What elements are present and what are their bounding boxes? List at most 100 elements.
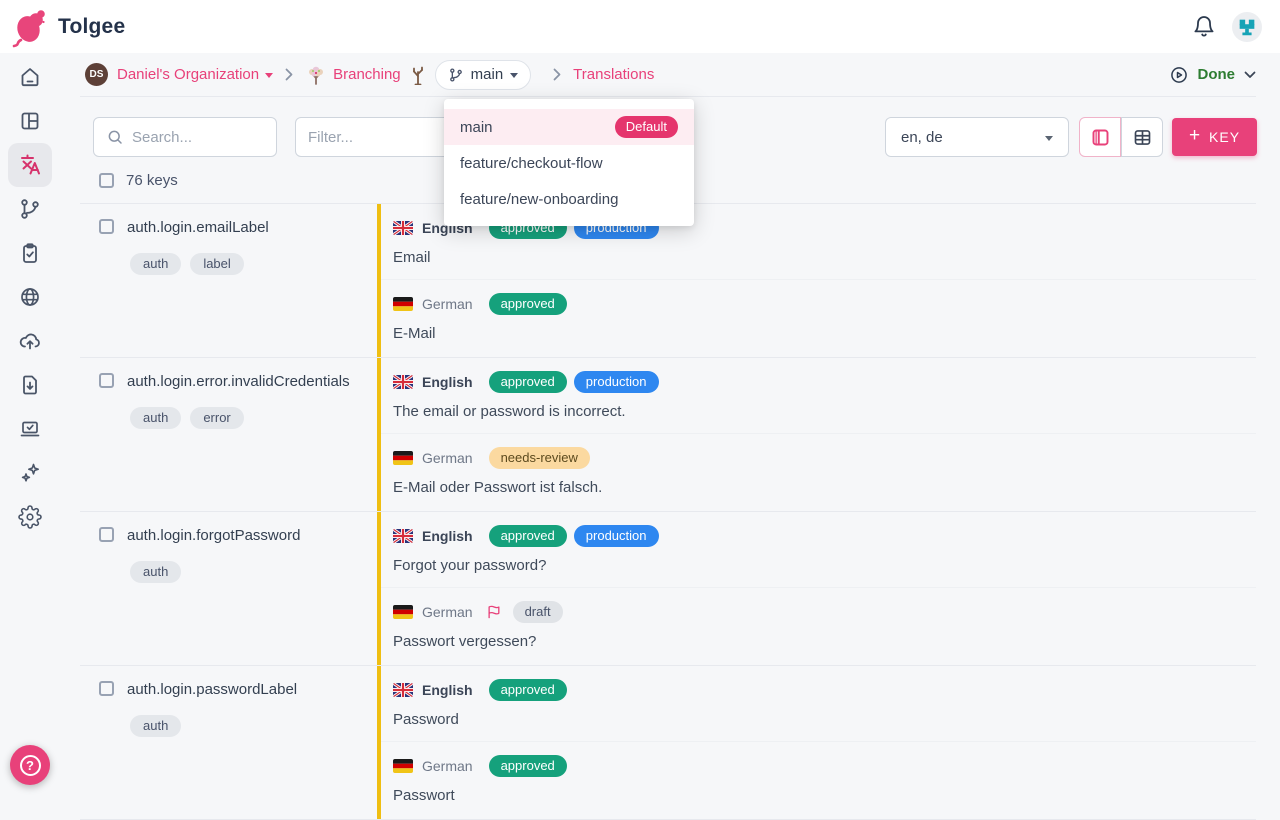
tag[interactable]: auth <box>130 561 181 583</box>
table-row: auth.login.error.invalidCredentials auth… <box>80 358 1256 512</box>
table-view-icon <box>1132 127 1153 148</box>
sidebar-item-settings[interactable] <box>8 495 52 539</box>
language-label: English <box>422 374 473 390</box>
translation-value: Passwort vergessen? <box>393 633 1256 650</box>
org-avatar[interactable]: DS <box>85 63 108 86</box>
translate-icon <box>17 152 43 178</box>
brand-title: Tolgee <box>58 15 125 39</box>
breadcrumb-section[interactable]: Translations <box>573 66 654 83</box>
globe-icon <box>18 285 42 309</box>
tag[interactable]: label <box>190 253 243 275</box>
translation-english[interactable]: English approved Password <box>381 666 1256 742</box>
status-badge: draft <box>513 601 563 623</box>
notifications-button[interactable] <box>1192 15 1216 39</box>
sidebar-item-integrate[interactable] <box>8 407 52 451</box>
task-state-selector[interactable]: Done <box>1169 65 1257 85</box>
table-view-button[interactable] <box>1121 117 1163 157</box>
search-box <box>93 117 277 157</box>
branch-menu-item-main[interactable]: main Default <box>444 109 694 145</box>
flag-de-icon <box>393 451 413 465</box>
cloud-upload-icon <box>18 329 42 353</box>
tag[interactable]: auth <box>130 253 181 275</box>
table-row: auth.login.passwordLabel auth English ap… <box>80 666 1256 820</box>
sparkles-icon <box>18 461 42 485</box>
translation-value: Passwort <box>393 787 1256 804</box>
row-checkbox[interactable] <box>99 681 114 696</box>
flag-gb-icon <box>393 529 413 543</box>
key-name: auth.login.forgotPassword <box>127 527 300 544</box>
sidebar-item-home[interactable] <box>8 55 52 99</box>
bell-icon <box>1192 15 1216 39</box>
tag[interactable]: auth <box>130 715 181 737</box>
translations-cell: English approved production Email German… <box>377 204 1256 357</box>
flag-de-icon <box>393 605 413 619</box>
task-state-label: Done <box>1198 66 1236 83</box>
translation-english[interactable]: English approved production Forgot your … <box>381 512 1256 588</box>
flag-de-icon <box>393 759 413 773</box>
table-row: auth.login.emailLabel auth label English… <box>80 204 1256 358</box>
gear-icon <box>18 505 42 529</box>
sidebar-item-export[interactable] <box>8 319 52 363</box>
branch-menu-item-new-onboarding[interactable]: feature/new-onboarding <box>444 181 694 217</box>
blossom-tree-icon <box>307 65 325 85</box>
key-cell[interactable]: auth.login.forgotPassword auth <box>80 512 377 665</box>
play-circle-icon <box>1169 65 1189 85</box>
breadcrumb: DS Daniel's Organization Branching <box>80 53 1256 97</box>
languages-select[interactable]: en, de <box>885 117 1069 157</box>
row-checkbox[interactable] <box>99 219 114 234</box>
language-label: English <box>422 528 473 544</box>
list-view-button[interactable] <box>1079 117 1121 157</box>
tag[interactable]: auth <box>130 407 181 429</box>
keys-count: 76 keys <box>126 172 178 189</box>
help-button[interactable]: ? <box>10 745 50 785</box>
key-cell[interactable]: auth.login.passwordLabel auth <box>80 666 377 819</box>
select-all-checkbox[interactable] <box>99 173 114 188</box>
sidebar-item-translations[interactable] <box>8 143 52 187</box>
row-checkbox[interactable] <box>99 527 114 542</box>
sidebar-item-branches[interactable] <box>8 187 52 231</box>
sidebar-item-import[interactable] <box>8 363 52 407</box>
key-cell[interactable]: auth.login.emailLabel auth label <box>80 204 377 357</box>
chevron-right-icon <box>285 68 293 81</box>
plus-icon: + <box>1189 125 1200 147</box>
language-label: German <box>422 758 473 774</box>
question-mark-icon: ? <box>20 755 41 776</box>
key-name: auth.login.error.invalidCredentials <box>127 373 350 390</box>
tolgee-logo-icon[interactable] <box>12 6 48 48</box>
chevron-down-icon <box>1045 136 1053 141</box>
translation-german[interactable]: German approved E-Mail <box>381 280 1256 356</box>
board-columns-icon <box>18 109 42 133</box>
search-input[interactable] <box>132 129 266 146</box>
flag-de-icon <box>393 297 413 311</box>
row-checkbox[interactable] <box>99 373 114 388</box>
translation-german[interactable]: German draft Passwort vergessen? <box>381 588 1256 664</box>
branch-menu-item-checkout-flow[interactable]: feature/checkout-flow <box>444 145 694 181</box>
add-key-button[interactable]: + KEY <box>1172 118 1257 156</box>
translation-value: E-Mail <box>393 325 1256 342</box>
sidebar-item-ai[interactable] <box>8 451 52 495</box>
language-label: German <box>422 450 473 466</box>
translation-german[interactable]: German needs-review E-Mail oder Passwort… <box>381 434 1256 510</box>
language-label: German <box>422 604 473 620</box>
flag-marker-icon[interactable] <box>486 604 501 620</box>
translation-german[interactable]: German approved Passwort <box>381 742 1256 818</box>
user-avatar[interactable] <box>1232 12 1262 42</box>
clipboard-check-icon <box>18 241 42 265</box>
table-row: auth.login.forgotPassword auth English a… <box>80 512 1256 666</box>
breadcrumb-org[interactable]: Daniel's Organization <box>117 66 273 83</box>
branch-selector[interactable]: main <box>435 60 532 90</box>
breadcrumb-project[interactable]: Branching <box>333 66 401 83</box>
sidebar-item-tasks[interactable] <box>8 231 52 275</box>
sidebar-item-dashboard[interactable] <box>8 99 52 143</box>
translation-value: E-Mail oder Passwort ist falsch. <box>393 479 1256 496</box>
flag-gb-icon <box>393 683 413 697</box>
tag[interactable]: error <box>190 407 243 429</box>
key-cell[interactable]: auth.login.error.invalidCredentials auth… <box>80 358 377 511</box>
default-branch-badge: Default <box>615 116 678 138</box>
status-badge: approved <box>489 371 567 393</box>
translation-english[interactable]: English approved production The email or… <box>381 358 1256 434</box>
translation-value: Forgot your password? <box>393 557 1256 574</box>
git-branch-icon <box>448 67 464 83</box>
translations-cell: English approved production The email or… <box>377 358 1256 511</box>
sidebar-item-languages[interactable] <box>8 275 52 319</box>
